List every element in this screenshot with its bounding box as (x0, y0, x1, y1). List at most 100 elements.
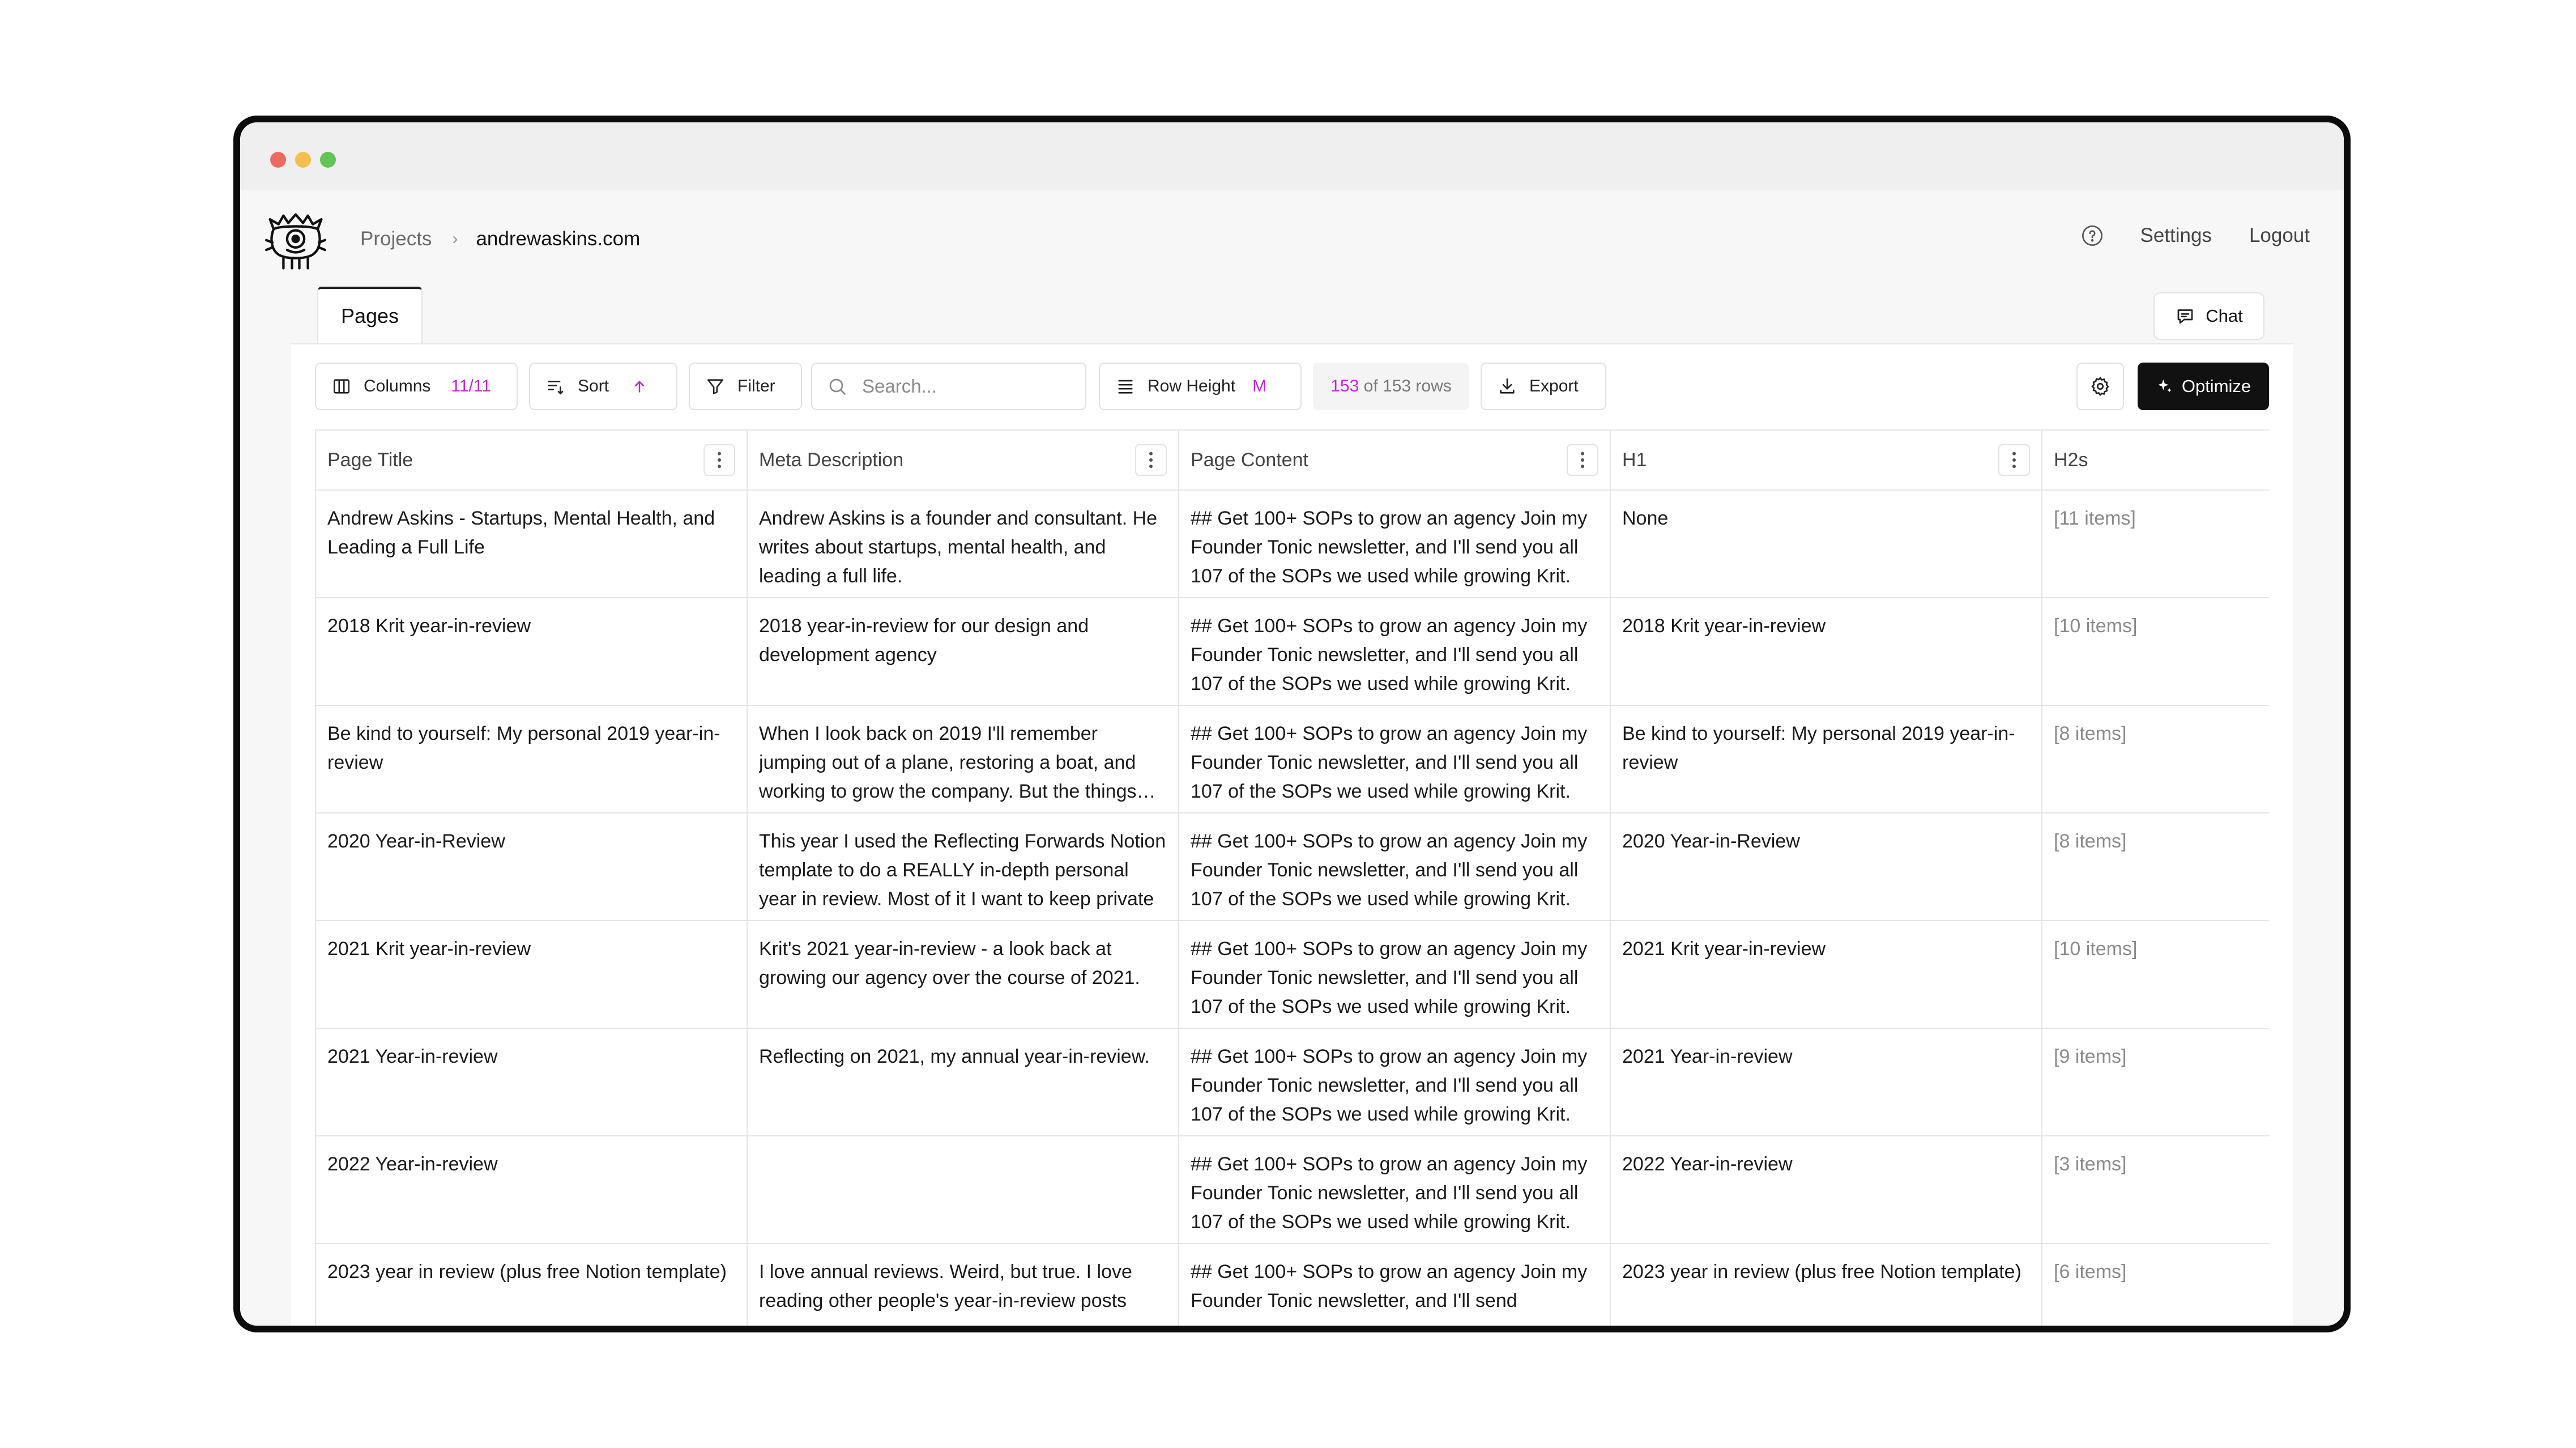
cell-text: ## Get 100+ SOPs to grow an agency Join … (1191, 615, 1588, 695)
chat-button[interactable]: Chat (2153, 292, 2264, 340)
filter-button[interactable]: Filter (689, 363, 802, 410)
cell-h2s[interactable]: [10 items] (2041, 920, 2269, 1029)
cell-h1[interactable]: Be kind to yourself: My personal 2019 ye… (1610, 705, 2042, 814)
column-menu-button[interactable] (1998, 444, 2030, 476)
cell-text: [9 items] (2054, 1046, 2127, 1067)
table-row[interactable]: Andrew Askins - Startups, Mental Health,… (315, 489, 2269, 598)
cell-h1[interactable]: 2021 Krit year-in-review (1610, 920, 2042, 1029)
cell-text: ## Get 100+ SOPs to grow an agency Join … (1191, 1046, 1588, 1125)
cell-page-title[interactable]: 2021 Krit year-in-review (315, 920, 748, 1029)
maximize-window-button[interactable] (320, 152, 336, 168)
cell-h2s[interactable]: [10 items] (2041, 597, 2269, 706)
column-menu-button[interactable] (703, 444, 735, 476)
chat-button-label: Chat (2206, 306, 2243, 326)
close-window-button[interactable] (270, 152, 286, 168)
rows-total-count: of 153 rows (1363, 377, 1452, 395)
cell-meta-description[interactable]: Reflecting on 2021, my annual year-in-re… (747, 1028, 1179, 1136)
cell-h1[interactable]: 2021 Year-in-review (1610, 1028, 2042, 1136)
cell-page-content[interactable]: ## Get 100+ SOPs to grow an agency Join … (1178, 812, 1611, 921)
search-field[interactable] (811, 363, 1086, 410)
column-menu-button[interactable] (1135, 444, 1167, 476)
cell-h2s[interactable]: [8 items] (2041, 705, 2269, 814)
breadcrumb: Projects › andrewaskins.com (360, 228, 640, 250)
cell-page-title[interactable]: Be kind to yourself: My personal 2019 ye… (315, 705, 748, 814)
cell-meta-description[interactable]: 2018 year-in-review for our design and d… (747, 597, 1179, 706)
settings-link[interactable]: Settings (2140, 224, 2211, 247)
cell-text: ## Get 100+ SOPs to grow an agency Join … (1191, 508, 1588, 587)
columns-button[interactable]: Columns 11/11 (315, 363, 518, 410)
cell-meta-description[interactable]: This year I used the Reflecting Forwards… (747, 812, 1179, 921)
search-input[interactable] (861, 375, 1067, 398)
cell-page-title[interactable]: 2021 Year-in-review (315, 1028, 748, 1136)
cell-page-content[interactable]: ## Get 100+ SOPs to grow an agency Join … (1178, 489, 1611, 598)
cell-h2s[interactable]: [8 items] (2041, 812, 2269, 921)
cell-page-content[interactable]: ## Get 100+ SOPs to grow an agency Join … (1178, 1243, 1611, 1326)
column-header-page-title[interactable]: Page Title (315, 429, 748, 491)
cell-meta-description[interactable]: Andrew Askins is a founder and consultan… (747, 489, 1179, 598)
cell-page-title[interactable]: 2020 Year-in-Review (315, 812, 748, 921)
cell-h1[interactable]: 2023 year in review (plus free Notion te… (1610, 1243, 2042, 1326)
row-height-label: Row Height (1148, 377, 1236, 395)
table-row[interactable]: 2020 Year-in-Review This year I used the… (315, 812, 2269, 921)
cell-text: Be kind to yourself: My personal 2019 ye… (327, 723, 720, 773)
cell-page-content[interactable]: ## Get 100+ SOPs to grow an agency Join … (1178, 597, 1611, 706)
help-icon[interactable] (2081, 224, 2104, 247)
monster-logo-icon[interactable] (265, 211, 326, 272)
optimize-button[interactable]: Optimize (2138, 363, 2269, 410)
minimize-window-button[interactable] (295, 152, 311, 168)
row-height-button[interactable]: Row Height M (1099, 363, 1302, 410)
cell-meta-description[interactable]: When I look back on 2019 I'll remember j… (747, 705, 1179, 814)
rows-shown-count: 153 (1330, 377, 1359, 395)
cell-page-title[interactable]: 2018 Krit year-in-review (315, 597, 748, 706)
cell-h1[interactable]: 2018 Krit year-in-review (1610, 597, 2042, 706)
cell-page-content[interactable]: ## Get 100+ SOPs to grow an agency Join … (1178, 1135, 1611, 1244)
cell-h1[interactable]: 2020 Year-in-Review (1610, 812, 2042, 921)
kebab-menu-icon (1581, 452, 1584, 469)
cell-text: ## Get 100+ SOPs to grow an agency Join … (1191, 1153, 1588, 1233)
column-header-meta-description[interactable]: Meta Description (747, 429, 1179, 491)
sparkle-icon (2157, 380, 2172, 393)
export-button-label: Export (1529, 377, 1579, 395)
cell-text: 2021 Krit year-in-review (1622, 938, 1826, 960)
table-row[interactable]: 2021 Year-in-review Reflecting on 2021, … (315, 1028, 2269, 1136)
breadcrumb-projects-link[interactable]: Projects (360, 228, 432, 250)
column-menu-button[interactable] (1567, 444, 1598, 476)
export-button[interactable]: Export (1481, 363, 1606, 410)
cell-meta-description[interactable]: Krit's 2021 year-in-review - a look back… (747, 920, 1179, 1029)
sort-button[interactable]: Sort (529, 363, 677, 410)
table-row[interactable]: 2023 year in review (plus free Notion te… (315, 1243, 2269, 1326)
column-header-h2s[interactable]: H2s (2041, 429, 2269, 491)
column-header-label: H2s (2054, 449, 2088, 471)
column-header-page-content[interactable]: Page Content (1178, 429, 1611, 491)
row-height-icon (1118, 380, 1133, 394)
cell-text: ## Get 100+ SOPs to grow an agency Join … (1191, 1261, 1588, 1311)
row-count-indicator: 153 of 153 rows (1313, 363, 1469, 410)
table-row[interactable]: 2022 Year-in-review ## Get 100+ SOPs to … (315, 1135, 2269, 1244)
cell-h1[interactable]: 2022 Year-in-review (1610, 1135, 2042, 1244)
table-row[interactable]: 2018 Krit year-in-review 2018 year-in-re… (315, 597, 2269, 706)
cell-h2s[interactable]: [3 items] (2041, 1135, 2269, 1244)
kebab-menu-icon (1149, 452, 1153, 469)
cell-page-content[interactable]: ## Get 100+ SOPs to grow an agency Join … (1178, 705, 1611, 814)
table-header-row: Page Title Meta Description Page Content… (315, 429, 2269, 491)
column-header-h1[interactable]: H1 (1610, 429, 2042, 491)
column-header-label: Meta Description (759, 449, 904, 471)
cell-page-title[interactable]: 2023 year in review (plus free Notion te… (315, 1243, 748, 1326)
cell-h2s[interactable]: [9 items] (2041, 1028, 2269, 1136)
table-row[interactable]: Be kind to yourself: My personal 2019 ye… (315, 705, 2269, 814)
cell-page-title[interactable]: 2022 Year-in-review (315, 1135, 748, 1244)
cell-page-content[interactable]: ## Get 100+ SOPs to grow an agency Join … (1178, 920, 1611, 1029)
cell-meta-description[interactable]: I love annual reviews. Weird, but true. … (747, 1243, 1179, 1326)
search-icon (829, 378, 846, 395)
cell-page-content[interactable]: ## Get 100+ SOPs to grow an agency Join … (1178, 1028, 1611, 1136)
table-row[interactable]: 2021 Krit year-in-review Krit's 2021 yea… (315, 920, 2269, 1029)
cell-h2s[interactable]: [11 items] (2041, 489, 2269, 598)
cell-page-title[interactable]: Andrew Askins - Startups, Mental Health,… (315, 489, 748, 598)
cell-meta-description[interactable] (747, 1135, 1179, 1244)
table-settings-button[interactable] (2076, 363, 2124, 410)
cell-h2s[interactable]: [6 items] (2041, 1243, 2269, 1326)
tab-pages[interactable]: Pages (317, 287, 423, 343)
cell-h1[interactable]: None (1610, 489, 2042, 598)
logout-link[interactable]: Logout (2249, 224, 2310, 247)
filter-funnel-icon (707, 379, 724, 395)
